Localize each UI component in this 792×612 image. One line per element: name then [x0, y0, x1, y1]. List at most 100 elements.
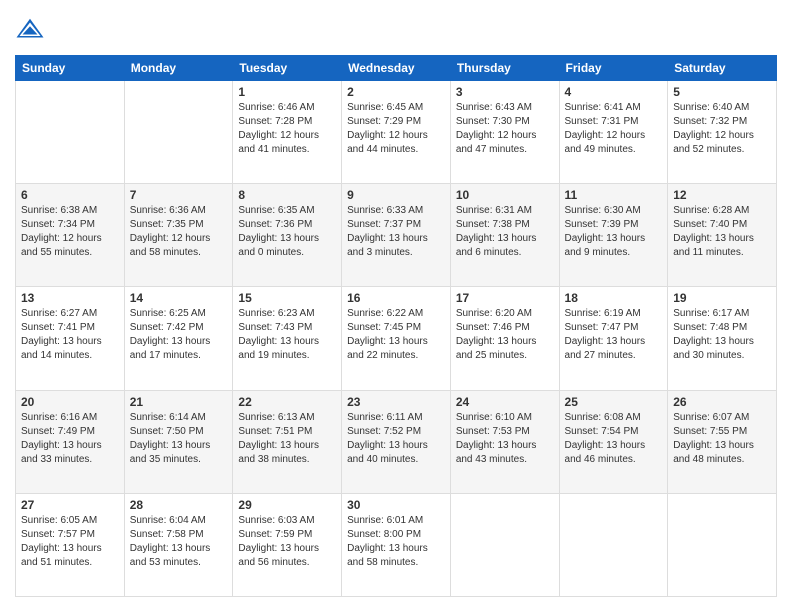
day-info: Sunrise: 6:07 AM Sunset: 7:55 PM Dayligh…: [673, 411, 771, 467]
day-cell: [668, 493, 777, 596]
day-number: 16: [347, 291, 445, 305]
day-info: Sunrise: 6:43 AM Sunset: 7:30 PM Dayligh…: [456, 101, 554, 157]
day-info: Sunrise: 6:04 AM Sunset: 7:58 PM Dayligh…: [130, 514, 228, 570]
weekday-header-wednesday: Wednesday: [342, 56, 451, 81]
day-cell: 28 Sunrise: 6:04 AM Sunset: 7:58 PM Dayli…: [124, 493, 233, 596]
day-number: 4: [565, 85, 663, 99]
day-info: Sunrise: 6:46 AM Sunset: 7:28 PM Dayligh…: [238, 101, 336, 157]
day-info: Sunrise: 6:11 AM Sunset: 7:52 PM Dayligh…: [347, 411, 445, 467]
day-number: 14: [130, 291, 228, 305]
day-cell: 21 Sunrise: 6:14 AM Sunset: 7:50 PM Dayli…: [124, 390, 233, 493]
day-cell: 14 Sunrise: 6:25 AM Sunset: 7:42 PM Dayli…: [124, 287, 233, 390]
day-cell: 3Sunrise: 6:43 AM Sunset: 7:30 PM Daylig…: [450, 81, 559, 184]
day-info: Sunrise: 6:40 AM Sunset: 7:32 PM Dayligh…: [673, 101, 771, 157]
day-info: Sunrise: 6:38 AM Sunset: 7:34 PM Dayligh…: [21, 204, 119, 260]
day-number: 19: [673, 291, 771, 305]
day-cell: 24Sunrise: 6:10 AM Sunset: 7:53 PM Dayli…: [450, 390, 559, 493]
day-cell: 16 Sunrise: 6:22 AM Sunset: 7:45 PM Dayli…: [342, 287, 451, 390]
day-cell: 5 Sunrise: 6:40 AM Sunset: 7:32 PM Daylig…: [668, 81, 777, 184]
day-info: Sunrise: 6:25 AM Sunset: 7:42 PM Dayligh…: [130, 307, 228, 363]
day-number: 26: [673, 395, 771, 409]
day-cell: 10 Sunrise: 6:31 AM Sunset: 7:38 PM Dayli…: [450, 184, 559, 287]
header: [15, 15, 777, 45]
day-number: 12: [673, 188, 771, 202]
weekday-header-monday: Monday: [124, 56, 233, 81]
day-number: 1: [238, 85, 336, 99]
weekday-header-row: SundayMondayTuesdayWednesdayThursdayFrid…: [16, 56, 777, 81]
day-info: Sunrise: 6:19 AM Sunset: 7:47 PM Dayligh…: [565, 307, 663, 363]
weekday-header-saturday: Saturday: [668, 56, 777, 81]
day-cell: 17 Sunrise: 6:20 AM Sunset: 7:46 PM Dayli…: [450, 287, 559, 390]
day-cell: [559, 493, 668, 596]
day-number: 9: [347, 188, 445, 202]
day-info: Sunrise: 6:03 AM Sunset: 7:59 PM Dayligh…: [238, 514, 336, 570]
day-cell: [450, 493, 559, 596]
day-info: Sunrise: 6:22 AM Sunset: 7:45 PM Dayligh…: [347, 307, 445, 363]
day-cell: [16, 81, 125, 184]
day-info: Sunrise: 6:35 AM Sunset: 7:36 PM Dayligh…: [238, 204, 336, 260]
day-cell: [124, 81, 233, 184]
day-number: 15: [238, 291, 336, 305]
day-number: 10: [456, 188, 554, 202]
day-info: Sunrise: 6:13 AM Sunset: 7:51 PM Dayligh…: [238, 411, 336, 467]
day-number: 17: [456, 291, 554, 305]
day-number: 20: [21, 395, 119, 409]
day-cell: 15 Sunrise: 6:23 AM Sunset: 7:43 PM Dayli…: [233, 287, 342, 390]
day-number: 2: [347, 85, 445, 99]
day-cell: 22 Sunrise: 6:13 AM Sunset: 7:51 PM Dayli…: [233, 390, 342, 493]
day-number: 11: [565, 188, 663, 202]
day-cell: 13 Sunrise: 6:27 AM Sunset: 7:41 PM Dayli…: [16, 287, 125, 390]
calendar-table: SundayMondayTuesdayWednesdayThursdayFrid…: [15, 55, 777, 597]
day-number: 6: [21, 188, 119, 202]
day-cell: 1 Sunrise: 6:46 AM Sunset: 7:28 PM Daylig…: [233, 81, 342, 184]
weekday-header-thursday: Thursday: [450, 56, 559, 81]
day-cell: 2 Sunrise: 6:45 AM Sunset: 7:29 PM Daylig…: [342, 81, 451, 184]
day-cell: 18 Sunrise: 6:19 AM Sunset: 7:47 PM Dayli…: [559, 287, 668, 390]
weekday-header-tuesday: Tuesday: [233, 56, 342, 81]
day-info: Sunrise: 6:20 AM Sunset: 7:46 PM Dayligh…: [456, 307, 554, 363]
day-info: Sunrise: 6:36 AM Sunset: 7:35 PM Dayligh…: [130, 204, 228, 260]
day-cell: 7Sunrise: 6:36 AM Sunset: 7:35 PM Daylig…: [124, 184, 233, 287]
day-cell: 25Sunrise: 6:08 AM Sunset: 7:54 PM Dayli…: [559, 390, 668, 493]
day-info: Sunrise: 6:28 AM Sunset: 7:40 PM Dayligh…: [673, 204, 771, 260]
day-info: Sunrise: 6:23 AM Sunset: 7:43 PM Dayligh…: [238, 307, 336, 363]
day-info: Sunrise: 6:01 AM Sunset: 8:00 PM Dayligh…: [347, 514, 445, 570]
day-cell: 20 Sunrise: 6:16 AM Sunset: 7:49 PM Dayli…: [16, 390, 125, 493]
day-cell: 30 Sunrise: 6:01 AM Sunset: 8:00 PM Dayli…: [342, 493, 451, 596]
week-row-5: 27Sunrise: 6:05 AM Sunset: 7:57 PM Dayli…: [16, 493, 777, 596]
day-number: 28: [130, 498, 228, 512]
day-number: 13: [21, 291, 119, 305]
day-cell: 23 Sunrise: 6:11 AM Sunset: 7:52 PM Dayli…: [342, 390, 451, 493]
week-row-2: 6 Sunrise: 6:38 AM Sunset: 7:34 PM Daylig…: [16, 184, 777, 287]
weekday-header-sunday: Sunday: [16, 56, 125, 81]
day-cell: 29 Sunrise: 6:03 AM Sunset: 7:59 PM Dayli…: [233, 493, 342, 596]
day-info: Sunrise: 6:45 AM Sunset: 7:29 PM Dayligh…: [347, 101, 445, 157]
week-row-4: 20 Sunrise: 6:16 AM Sunset: 7:49 PM Dayli…: [16, 390, 777, 493]
day-cell: 27Sunrise: 6:05 AM Sunset: 7:57 PM Dayli…: [16, 493, 125, 596]
day-cell: 19 Sunrise: 6:17 AM Sunset: 7:48 PM Dayli…: [668, 287, 777, 390]
day-number: 22: [238, 395, 336, 409]
day-number: 30: [347, 498, 445, 512]
day-number: 18: [565, 291, 663, 305]
day-cell: 8Sunrise: 6:35 AM Sunset: 7:36 PM Daylig…: [233, 184, 342, 287]
day-cell: 4Sunrise: 6:41 AM Sunset: 7:31 PM Daylig…: [559, 81, 668, 184]
week-row-1: 1 Sunrise: 6:46 AM Sunset: 7:28 PM Daylig…: [16, 81, 777, 184]
day-info: Sunrise: 6:05 AM Sunset: 7:57 PM Dayligh…: [21, 514, 119, 570]
day-info: Sunrise: 6:17 AM Sunset: 7:48 PM Dayligh…: [673, 307, 771, 363]
day-info: Sunrise: 6:31 AM Sunset: 7:38 PM Dayligh…: [456, 204, 554, 260]
day-number: 23: [347, 395, 445, 409]
day-cell: 11 Sunrise: 6:30 AM Sunset: 7:39 PM Dayli…: [559, 184, 668, 287]
day-cell: 6 Sunrise: 6:38 AM Sunset: 7:34 PM Daylig…: [16, 184, 125, 287]
day-number: 21: [130, 395, 228, 409]
day-info: Sunrise: 6:30 AM Sunset: 7:39 PM Dayligh…: [565, 204, 663, 260]
day-number: 5: [673, 85, 771, 99]
day-info: Sunrise: 6:27 AM Sunset: 7:41 PM Dayligh…: [21, 307, 119, 363]
day-cell: 26 Sunrise: 6:07 AM Sunset: 7:55 PM Dayli…: [668, 390, 777, 493]
logo: [15, 15, 49, 45]
day-info: Sunrise: 6:16 AM Sunset: 7:49 PM Dayligh…: [21, 411, 119, 467]
day-number: 24: [456, 395, 554, 409]
day-info: Sunrise: 6:33 AM Sunset: 7:37 PM Dayligh…: [347, 204, 445, 260]
day-info: Sunrise: 6:14 AM Sunset: 7:50 PM Dayligh…: [130, 411, 228, 467]
day-number: 29: [238, 498, 336, 512]
day-info: Sunrise: 6:08 AM Sunset: 7:54 PM Dayligh…: [565, 411, 663, 467]
